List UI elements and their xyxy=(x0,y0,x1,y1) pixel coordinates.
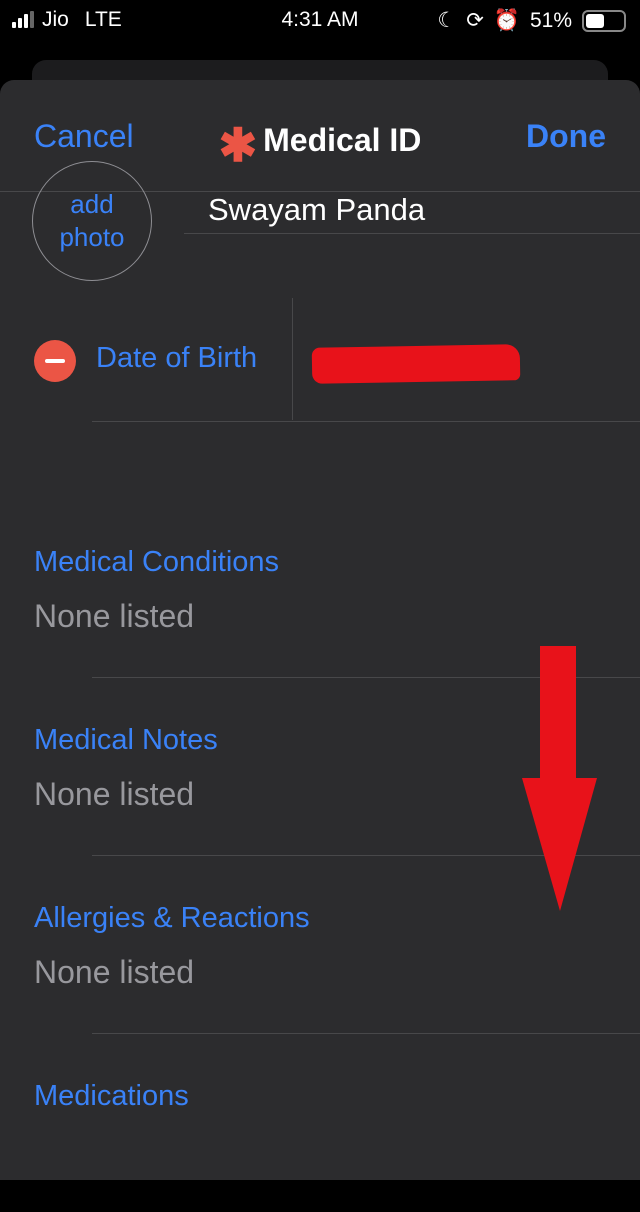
add-photo-button[interactable]: add photo xyxy=(32,161,152,281)
section-label: Medical Conditions xyxy=(34,546,280,578)
section-label: Allergies & Reactions xyxy=(34,902,310,934)
remove-icon[interactable] xyxy=(34,340,76,382)
rotation-lock-icon: ⟳ xyxy=(466,9,484,32)
down-arrow-annotation-icon xyxy=(522,646,597,911)
medical-star-icon: ✱ xyxy=(218,119,258,171)
battery-percent: 51% xyxy=(529,8,572,32)
status-bar: Jio LTE 4:31 AM ☾ ⟳ ⏰ 51% xyxy=(0,0,640,40)
date-of-birth-row: Date of Birth xyxy=(0,298,640,422)
battery-icon xyxy=(582,9,626,32)
redaction-scribble xyxy=(311,344,521,384)
divider xyxy=(292,298,293,420)
moon-icon: ☾ xyxy=(437,9,457,32)
date-of-birth-label: Date of Birth xyxy=(96,342,258,374)
section-label: Medical Notes xyxy=(34,724,218,756)
done-button[interactable]: Done xyxy=(526,118,606,155)
name-field[interactable]: Swayam Panda xyxy=(184,180,640,234)
alarm-icon: ⏰ xyxy=(493,8,520,32)
section-value: None listed xyxy=(34,598,195,634)
section-label: Medications xyxy=(34,1080,189,1112)
section-value: None listed xyxy=(34,954,195,990)
divider xyxy=(92,421,640,422)
title-text: Medical ID xyxy=(263,122,422,158)
section-value: None listed xyxy=(34,776,195,812)
add-photo-label: add photo xyxy=(59,189,125,252)
medications-section[interactable]: Medications xyxy=(0,1034,640,1212)
